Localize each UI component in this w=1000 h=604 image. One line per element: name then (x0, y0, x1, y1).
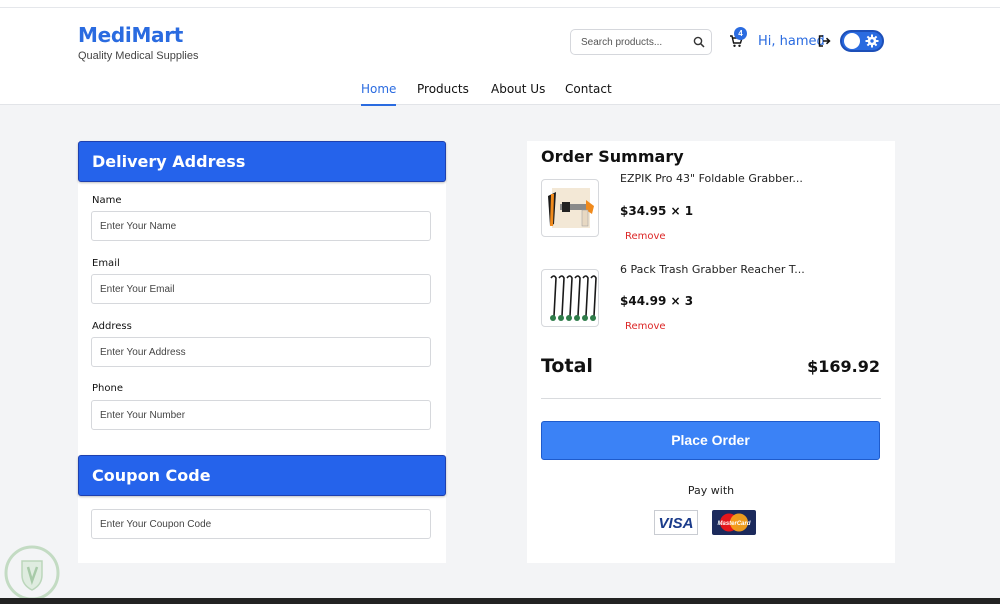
grabber-image (548, 188, 594, 228)
cart-item-name[interactable]: 6 Pack Trash Grabber Reacher T... (620, 263, 805, 276)
brand-name[interactable]: MediMart (78, 23, 198, 47)
name-field[interactable] (91, 211, 431, 241)
cart-item-price: $44.99 × 3 (620, 294, 694, 308)
visa-icon: VISA (654, 510, 698, 535)
mastercard-text: MasterCard (717, 521, 750, 527)
place-order-button[interactable]: Place Order (541, 421, 880, 460)
cart-count-badge: 4 (734, 27, 747, 40)
coupon-title: Coupon Code (78, 455, 446, 496)
product-thumbnail[interactable] (541, 269, 599, 327)
gear-icon (865, 34, 879, 48)
name-label: Name (92, 195, 122, 206)
phone-field[interactable] (91, 400, 431, 430)
nav-about-us[interactable]: About Us (491, 82, 545, 106)
logout-icon[interactable] (818, 35, 831, 47)
delivery-panel: Delivery Address Name Email Address Phon… (78, 141, 446, 563)
nav-contact[interactable]: Contact (565, 82, 612, 106)
address-label: Address (92, 321, 132, 332)
nav-home[interactable]: Home (361, 82, 397, 106)
main-nav: Home Products About Us Contact (0, 82, 1000, 107)
watermark-logo-icon (4, 545, 60, 601)
toggle-knob (844, 33, 860, 49)
search-input[interactable] (581, 30, 691, 54)
email-field[interactable] (91, 274, 431, 304)
cart-item-name[interactable]: EZPIK Pro 43" Foldable Grabber... (620, 172, 803, 185)
brand[interactable]: MediMart Quality Medical Supplies (78, 23, 198, 62)
remove-item-button[interactable]: Remove (625, 231, 666, 242)
divider (541, 398, 881, 399)
address-field[interactable] (91, 337, 431, 367)
nav-products[interactable]: Products (417, 82, 469, 106)
delivery-title: Delivery Address (78, 141, 446, 182)
product-thumbnail[interactable] (541, 179, 599, 237)
visa-text: VISA (658, 515, 693, 532)
order-summary-title: Order Summary (541, 147, 684, 166)
cart-item-price: $34.95 × 1 (620, 204, 694, 218)
mastercard-icon: MasterCard (712, 510, 756, 535)
theme-toggle[interactable] (840, 30, 884, 52)
coupon-field[interactable] (91, 509, 431, 539)
grabber-pack-image (550, 275, 597, 321)
site-header: MediMart Quality Medical Supplies 4 Hi, … (0, 8, 1000, 107)
user-greeting[interactable]: Hi, hamed (758, 34, 825, 49)
total-amount: $169.92 (807, 357, 880, 376)
search-icon[interactable] (693, 36, 705, 48)
email-label: Email (92, 258, 120, 269)
search-box[interactable] (570, 29, 712, 55)
bottom-bar (0, 598, 1000, 604)
total-label: Total (541, 355, 593, 377)
brand-tagline: Quality Medical Supplies (78, 50, 199, 62)
order-summary-panel: Order Summary EZPIK Pro 43" Foldable Gra… (527, 141, 895, 563)
top-strip (0, 0, 1000, 8)
remove-item-button[interactable]: Remove (625, 321, 666, 332)
pay-with-label: Pay with (687, 484, 735, 497)
phone-label: Phone (92, 383, 123, 394)
